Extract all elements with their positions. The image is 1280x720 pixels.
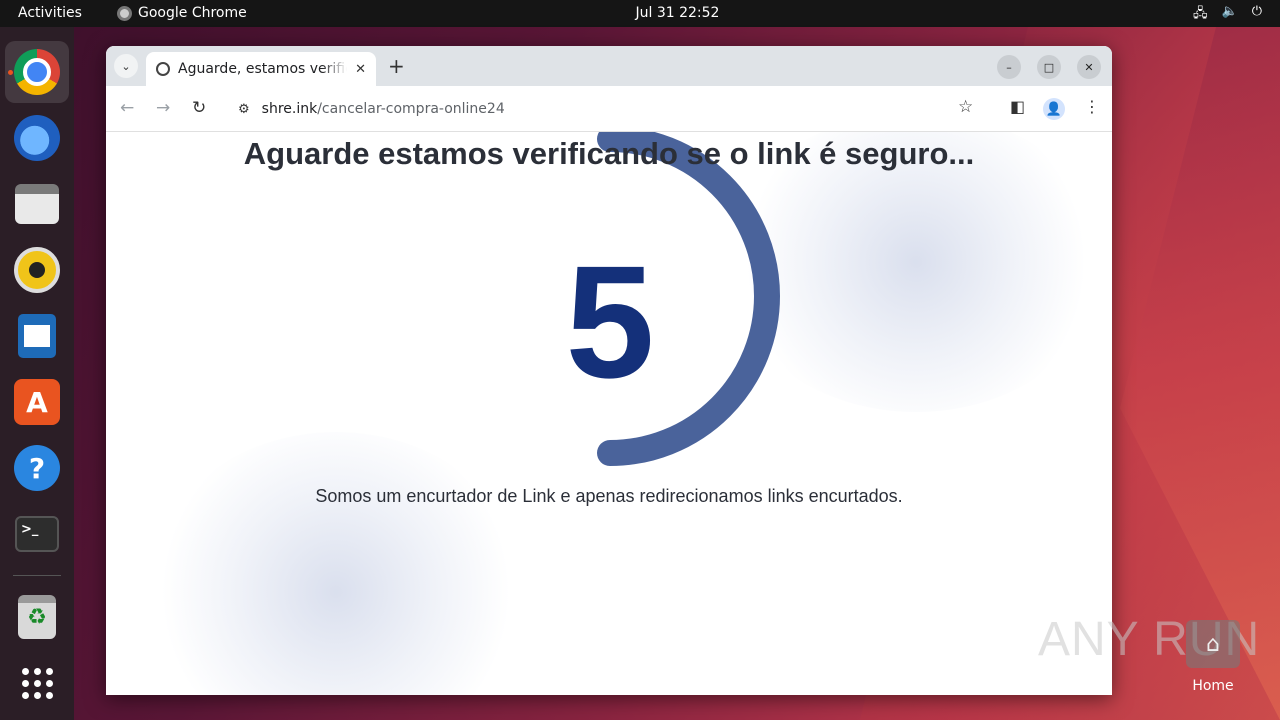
tab-active[interactable]: Aguarde, estamos verificando ✕: [146, 52, 376, 86]
top-bar: Activities Google Chrome Jul 31 22:52 🖧 …: [0, 0, 1280, 27]
dock-show-apps[interactable]: [5, 652, 69, 714]
back-icon[interactable]: ←: [120, 98, 134, 118]
dock-separator: [13, 575, 61, 576]
menu-icon[interactable]: ⋮: [1084, 97, 1100, 116]
profile-avatar[interactable]: 👤: [1043, 98, 1065, 120]
rhythmbox-icon: [14, 247, 60, 293]
dock-help[interactable]: ?: [5, 437, 69, 499]
address-bar[interactable]: ⚙ shre.ink/cancelar-compra-online24: [224, 91, 990, 127]
running-indicator: [8, 70, 13, 75]
page-title: Aguarde estamos verificando se o link é …: [243, 136, 975, 171]
maximize-button[interactable]: □: [1037, 55, 1061, 79]
forward-icon[interactable]: →: [156, 98, 170, 118]
home-label: Home: [1192, 678, 1234, 694]
dock-chrome[interactable]: [5, 41, 69, 103]
dock-files[interactable]: [5, 173, 69, 235]
new-tab-button[interactable]: +: [388, 54, 405, 78]
dock-trash[interactable]: ♻: [5, 586, 69, 648]
home-folder-icon[interactable]: ⌂: [1186, 620, 1240, 668]
page-content: Aguarde estamos verificando se o link é …: [106, 132, 1112, 695]
chrome-icon: [14, 49, 60, 95]
tab-strip: ⌄ Aguarde, estamos verificando ✕ + – □ ✕: [106, 46, 1112, 86]
network-icon[interactable]: 🖧: [1193, 4, 1208, 26]
writer-icon: [18, 314, 56, 358]
toolbar: ← → ↻ ⚙ shre.ink/cancelar-compra-online2…: [106, 86, 1112, 132]
url-host: shre.ink: [261, 101, 318, 117]
globe-icon: [156, 62, 170, 76]
dock-thunderbird[interactable]: [5, 107, 69, 169]
dock-rhythmbox[interactable]: [5, 239, 69, 301]
url-text: shre.ink/cancelar-compra-online24: [262, 101, 505, 117]
bookmark-star-icon[interactable]: ☆: [958, 97, 973, 117]
minimize-button[interactable]: –: [997, 55, 1021, 79]
page-description: Somos um encurtador de Link e apenas red…: [315, 486, 903, 506]
tab-search-button[interactable]: ⌄: [114, 54, 138, 78]
dock: A ? >_ ♻: [0, 27, 74, 720]
browser-window: ⌄ Aguarde, estamos verificando ✕ + – □ ✕…: [106, 46, 1112, 695]
apps-grid-icon: [21, 667, 53, 699]
files-icon: [15, 184, 59, 224]
dock-app-center[interactable]: A: [5, 371, 69, 433]
close-window-button[interactable]: ✕: [1077, 55, 1101, 79]
help-icon: ?: [14, 445, 60, 491]
countdown-number: 5: [565, 232, 655, 411]
app-center-icon: A: [14, 379, 60, 425]
clock[interactable]: Jul 31 22:52: [0, 5, 1280, 21]
system-tray[interactable]: 🖧 🔈 ⏻: [1193, 4, 1262, 26]
side-panel-icon[interactable]: ◧: [1010, 97, 1025, 116]
close-tab-icon[interactable]: ✕: [355, 62, 366, 77]
countdown-progress-arc: [597, 132, 780, 466]
tab-title: Aguarde, estamos verificando: [178, 61, 347, 77]
volume-icon[interactable]: 🔈: [1222, 4, 1238, 26]
terminal-icon: >_: [15, 516, 59, 552]
trash-icon: ♻: [18, 595, 56, 639]
reload-icon[interactable]: ↻: [192, 98, 206, 118]
dock-terminal[interactable]: >_: [5, 503, 69, 565]
power-icon[interactable]: ⏻: [1252, 4, 1262, 26]
thunderbird-icon: [14, 115, 60, 161]
dock-writer[interactable]: [5, 305, 69, 367]
site-info-icon[interactable]: ⚙: [238, 102, 250, 117]
url-path: /cancelar-compra-online24: [317, 101, 505, 117]
